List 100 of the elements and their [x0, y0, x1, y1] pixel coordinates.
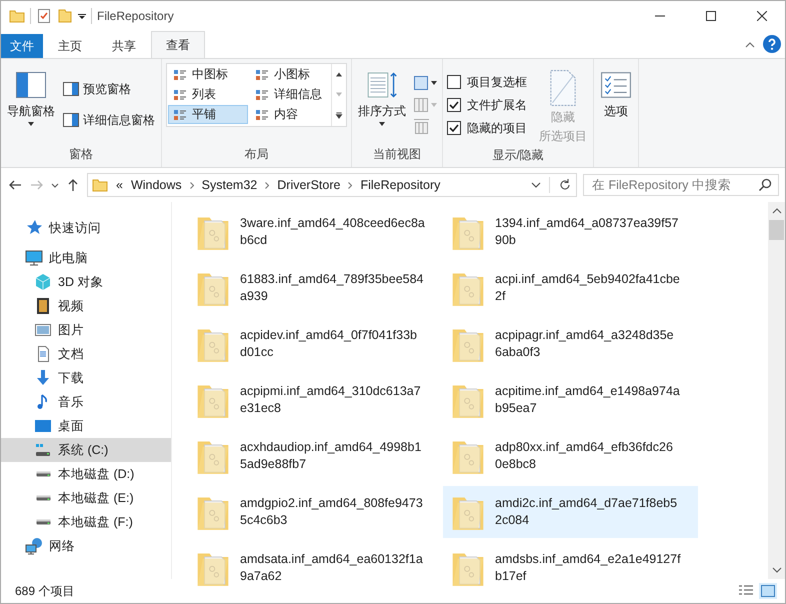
- sidebar-item[interactable]: 本地磁盘 (D:): [1, 462, 171, 486]
- layout-option[interactable]: 列表: [168, 85, 248, 104]
- folder-tile[interactable]: acpitime.inf_amd64_e1498a974a b95ea7: [443, 374, 698, 426]
- pane-layout-icon: [15, 69, 47, 101]
- drive-icon: [36, 471, 50, 477]
- sidebar-item[interactable]: 系统 (C:): [1, 438, 171, 462]
- breadcrumb[interactable]: «: [116, 178, 123, 192]
- search-icon[interactable]: [758, 178, 772, 192]
- folder-tile[interactable]: adp80xx.inf_amd64_efb36fdc26 0e8bc8: [443, 430, 698, 482]
- breadcrumb[interactable]: DriverStore: [277, 178, 340, 192]
- checkbox[interactable]: [447, 75, 461, 89]
- add-columns-icon: [412, 97, 438, 113]
- sidebar-item[interactable]: 本地磁盘 (F:): [1, 510, 171, 534]
- folder-tile[interactable]: amdsata.inf_amd64_ea60132f1a 9a7a62: [188, 542, 443, 594]
- pane-layout-icon: [63, 113, 79, 127]
- folder-name: acxhdaudiop.inf_amd64_4998b1 5ad9e88fb7: [240, 439, 422, 473]
- view-layout-icon: [255, 88, 269, 100]
- layout-option[interactable]: 平铺: [168, 105, 248, 124]
- scrollbar-thumb[interactable]: [769, 220, 784, 240]
- folder-tile[interactable]: 3ware.inf_amd64_408ceed6ec8a b6cd: [188, 206, 443, 258]
- desktop-icon: [34, 417, 52, 435]
- breadcrumb[interactable]: Windows: [130, 178, 182, 192]
- chevron-right-icon[interactable]: [348, 182, 352, 188]
- sidebar-item[interactable]: 网络: [1, 534, 171, 558]
- checkbox[interactable]: [447, 98, 461, 112]
- sidebar-item[interactable]: 音乐: [1, 390, 171, 414]
- sidebar-item[interactable]: 此电脑: [1, 246, 171, 270]
- ribbon-tab[interactable]: 查看: [151, 31, 205, 58]
- chevron-right-icon[interactable]: [265, 182, 270, 188]
- search-field[interactable]: 在 FileRepository 中搜索: [583, 174, 779, 196]
- folder-tile[interactable]: acpidev.inf_amd64_0f7f041f33b d01cc: [188, 318, 443, 370]
- layout-option[interactable]: 中图标: [168, 65, 248, 84]
- address-bar[interactable]: « Windows System32 DriverStore FileRepository: [87, 173, 577, 197]
- preview-pane-button[interactable]: 预览窗格: [61, 78, 157, 100]
- ribbon-tab[interactable]: 文件: [1, 34, 43, 58]
- folder-icon: [9, 8, 25, 24]
- sidebar-item[interactable]: 文档: [1, 342, 171, 366]
- collapse-ribbon-icon[interactable]: [745, 42, 755, 48]
- chevron-down-icon[interactable]: [531, 182, 541, 188]
- checkbox[interactable]: [447, 121, 461, 135]
- folder-name: acpitime.inf_amd64_e1498a974a b95ea7: [495, 383, 680, 417]
- folder-name: adp80xx.inf_amd64_efb36fdc26 0e8bc8: [495, 439, 673, 473]
- group-label: 窗格: [68, 146, 94, 163]
- folder-tile[interactable]: acpipmi.inf_amd64_310dc613a7 e31ec8: [188, 374, 443, 426]
- folder-tile[interactable]: 61883.inf_amd64_789f35bee584 a939: [188, 262, 443, 314]
- scroll-down-icon[interactable]: [772, 567, 782, 573]
- close-icon[interactable]: [757, 11, 767, 21]
- folder-name: acpidev.inf_amd64_0f7f041f33b d01cc: [240, 327, 417, 361]
- large-icons-view-icon[interactable]: [759, 583, 777, 599]
- scroll-up-icon[interactable]: [335, 70, 343, 78]
- folder-tile[interactable]: 1394.inf_amd64_a08737ea39f57 90b: [443, 206, 698, 258]
- chevron-right-icon[interactable]: [190, 182, 194, 188]
- caret-icon[interactable]: [78, 12, 86, 20]
- expand-icon[interactable]: [335, 112, 343, 120]
- layout-option[interactable]: 内容: [250, 105, 330, 124]
- folder-tile[interactable]: acpi.inf_amd64_5eb9402fa41cbe 2f: [443, 262, 698, 314]
- details-pane-button[interactable]: 详细信息窗格: [61, 110, 157, 130]
- window-title: FileRepository: [97, 9, 174, 23]
- checklist-icon: [600, 69, 632, 101]
- folder-tile[interactable]: acxhdaudiop.inf_amd64_4998b1 5ad9e88fb7: [188, 430, 443, 482]
- sidebar-item[interactable]: 本地磁盘 (E:): [1, 486, 171, 510]
- folder-name: acpi.inf_amd64_5eb9402fa41cbe 2f: [495, 271, 680, 305]
- computer-icon: [25, 249, 43, 267]
- properties-icon[interactable]: [36, 8, 52, 24]
- navigation-pane-button[interactable]: 导航窗格: [5, 63, 57, 146]
- sidebar-item[interactable]: 3D 对象: [1, 270, 171, 294]
- sidebar-item[interactable]: 快速访问: [1, 216, 171, 240]
- drive-icon: [34, 441, 52, 459]
- breadcrumb[interactable]: FileRepository: [360, 178, 440, 192]
- scrollbar[interactable]: [768, 202, 785, 579]
- sidebar-item[interactable]: 下载: [1, 366, 171, 390]
- group-label: 当前视图: [372, 146, 422, 163]
- options-button[interactable]: 选项: [598, 63, 634, 167]
- chevron-down-icon[interactable]: [51, 182, 59, 188]
- layout-option[interactable]: 小图标: [250, 65, 330, 84]
- network-icon: [25, 537, 43, 555]
- folder-tile[interactable]: amdsbs.inf_amd64_e2a1e49127f b17ef: [443, 542, 698, 594]
- checkbox-label[interactable]: 项目复选框: [467, 74, 527, 90]
- layout-option[interactable]: 详细信息: [250, 85, 330, 104]
- folder-tile[interactable]: amdi2c.inf_amd64_d7ae71f8eb5 2c084: [443, 486, 698, 538]
- group-by-icon[interactable]: [412, 75, 438, 91]
- checkbox-label[interactable]: 隐藏的项目: [467, 120, 527, 136]
- maximize-icon[interactable]: [706, 11, 716, 21]
- caret-icon: [27, 122, 35, 126]
- folder-tile[interactable]: amdgpio2.inf_amd64_808fe9473 5c4c6b3: [188, 486, 443, 538]
- refresh-icon[interactable]: [558, 178, 572, 192]
- sidebar-item[interactable]: 视频: [1, 294, 171, 318]
- sidebar-item[interactable]: 桌面: [1, 414, 171, 438]
- checkbox-label[interactable]: 文件扩展名: [467, 96, 527, 114]
- star-icon: [25, 219, 43, 237]
- folder-name: amdsata.inf_amd64_ea60132f1a 9a7a62: [240, 551, 423, 585]
- scroll-up-icon[interactable]: [772, 208, 782, 214]
- breadcrumb[interactable]: System32: [202, 178, 258, 192]
- drive-icon: [36, 495, 50, 501]
- sidebar-item[interactable]: 图片: [1, 318, 171, 342]
- pane-layout-icon: [63, 82, 79, 96]
- help-icon[interactable]: [763, 35, 781, 53]
- folder-tile[interactable]: acpipagr.inf_amd64_a3248d35e 6aba0f3: [443, 318, 698, 370]
- sort-by-button[interactable]: 排序方式: [356, 63, 408, 146]
- folder-name: amdsbs.inf_amd64_e2a1e49127f b17ef: [495, 551, 681, 585]
